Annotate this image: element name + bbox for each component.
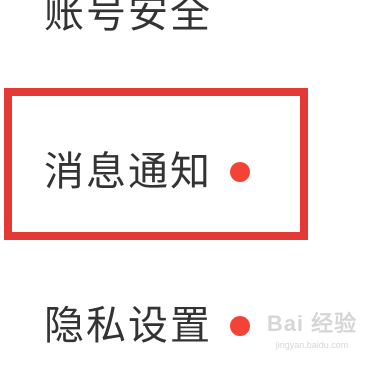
watermark-url: jingyan.baidu.com (275, 340, 349, 350)
menu-item-account-security[interactable]: 账号安全 (44, 0, 212, 34)
baidu-jingyan-watermark: Bai 经验 jingyan.baidu.com (256, 306, 368, 358)
highlight-box (4, 88, 308, 240)
menu-item-label: 隐私设置 (44, 303, 212, 349)
watermark-title: Bai 经验 (266, 311, 358, 336)
notification-badge-dot (230, 316, 250, 336)
menu-item-privacy-settings[interactable]: 隐私设置 (44, 306, 250, 346)
menu-item-label: 账号安全 (44, 0, 212, 37)
